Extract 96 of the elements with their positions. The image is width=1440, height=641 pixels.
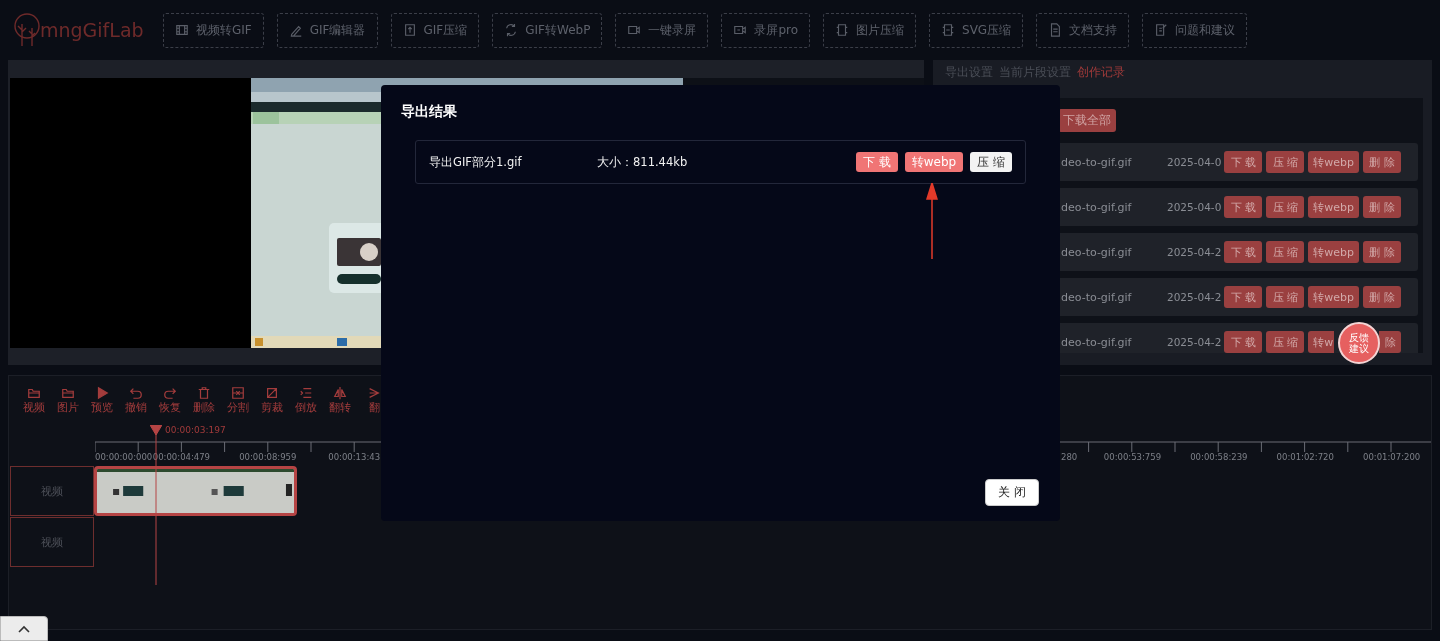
record-action-button[interactable]: 删 除 <box>1363 151 1402 173</box>
tool-button[interactable]: 分割 <box>221 386 255 424</box>
time-label: 00:01:07:200 <box>1362 452 1422 462</box>
record-action-button[interactable]: 压 缩 <box>1266 286 1305 308</box>
nav-button[interactable]: 录屏pro <box>721 12 811 48</box>
logo-text: mngGifLab <box>40 19 144 41</box>
tool-button[interactable]: 视频 <box>17 386 51 424</box>
file-name: deo-to-gif.gif <box>1061 155 1133 169</box>
file-size: 大小：811.44kb <box>597 154 688 170</box>
record-action-button[interactable]: 转w <box>1308 331 1335 353</box>
tool-button[interactable]: 剪裁 <box>255 386 289 424</box>
tree-logo-icon <box>12 12 42 48</box>
nav-button[interactable]: 图片压缩 <box>823 12 917 48</box>
dialog-title: 导出结果 <box>401 103 458 121</box>
file-name: deo-to-gif.gif <box>1061 245 1133 259</box>
tool-button[interactable]: 倒放 <box>289 386 323 424</box>
record-date: 2025-04-2 <box>1167 246 1222 258</box>
record-action-button[interactable]: 下 载 <box>1224 151 1263 173</box>
record-action-button[interactable]: 压 缩 <box>1266 331 1305 353</box>
result-action-button[interactable]: 转webp <box>904 152 964 172</box>
time-label: 00:00:58:239 <box>1189 452 1249 462</box>
record-date: 2025-04-2 <box>1167 291 1222 303</box>
tool-button[interactable]: 撤销 <box>119 386 153 424</box>
record-action-button[interactable]: 下 载 <box>1224 331 1263 353</box>
tool-button[interactable]: 翻 <box>357 386 391 424</box>
tool-icon <box>265 386 279 400</box>
tool-button[interactable]: 图片 <box>51 386 85 424</box>
time-label: 00:00:53:759 <box>1102 452 1163 462</box>
nav-button[interactable]: GIF转WebP <box>492 12 603 48</box>
nav-icon <box>288 23 303 37</box>
nav-icon <box>835 23 850 37</box>
record-action-button[interactable]: 转webp <box>1308 286 1360 308</box>
nav-icon <box>504 23 519 37</box>
tool-button[interactable]: 翻转 <box>323 386 357 424</box>
collapse-tab[interactable] <box>0 616 48 641</box>
tool-icon <box>333 386 347 400</box>
record-date: 2025-04-0 <box>1167 201 1222 213</box>
tool-icon <box>299 386 313 400</box>
record-action-button[interactable]: 压 缩 <box>1266 196 1305 218</box>
file-name: 导出GIF部分1.gif <box>429 154 523 170</box>
nav-button[interactable]: GIF压缩 <box>390 12 480 48</box>
tool-icon <box>129 386 143 400</box>
record-action-button[interactable]: 转webp <box>1308 151 1360 173</box>
nav-icon <box>1048 23 1063 37</box>
tool-icon <box>27 386 41 400</box>
nav-button[interactable]: GIF编辑器 <box>276 12 378 48</box>
record-action-button[interactable]: 压 缩 <box>1266 151 1305 173</box>
chevron-up-icon <box>18 624 30 633</box>
track-label: 视频 <box>10 466 94 516</box>
track-label: 视频 <box>10 517 94 567</box>
record-action-button[interactable]: 除 <box>1379 331 1402 353</box>
time-label: 00:00:13:43 <box>327 452 382 462</box>
time-label: 00:01:02:720 <box>1275 452 1335 462</box>
tool-button[interactable]: 预览 <box>85 386 119 424</box>
tool-button[interactable]: 恢复 <box>153 386 187 424</box>
tool-icon <box>231 386 245 400</box>
file-name: deo-to-gif.gif <box>1061 200 1133 214</box>
nav-button[interactable]: SVG压缩 <box>929 12 1024 48</box>
nav-icon <box>175 23 189 37</box>
record-action-button[interactable]: 下 载 <box>1224 196 1263 218</box>
download-all-button[interactable]: 下载全部 <box>1058 109 1116 132</box>
panel-tab[interactable]: 创作记录 <box>1077 63 1125 81</box>
nav-icon <box>402 23 417 37</box>
nav-icon <box>733 23 748 37</box>
result-action-button[interactable]: 压 缩 <box>970 152 1012 172</box>
record-action-button[interactable]: 删 除 <box>1363 241 1402 263</box>
tool-icon <box>197 386 211 400</box>
nav-button[interactable]: 视频转GIF <box>163 12 264 48</box>
nav-icon <box>1154 23 1169 37</box>
playhead-time: 00:00:03:197 <box>165 425 226 435</box>
file-name: deo-to-gif.gif <box>1061 335 1133 349</box>
time-label: 280 <box>1060 452 1079 462</box>
tool-icon <box>95 386 109 400</box>
tool-icon <box>367 386 381 400</box>
record-action-button[interactable]: 压 缩 <box>1266 241 1305 263</box>
record-date: 2025-04-2 <box>1167 336 1222 348</box>
nav-button[interactable]: 一键录屏 <box>615 12 709 48</box>
tool-icon <box>163 386 177 400</box>
result-action-button[interactable]: 下 载 <box>855 152 898 172</box>
nav-icon <box>941 23 956 37</box>
time-label: 00:00:08:959 <box>238 452 298 462</box>
nav-button[interactable]: 文档支持 <box>1036 12 1130 48</box>
nav-icon <box>627 23 642 37</box>
record-date: 2025-04-0 <box>1167 156 1222 168</box>
record-action-button[interactable]: 转webp <box>1308 196 1360 218</box>
nav-button[interactable]: 问题和建议 <box>1142 12 1248 48</box>
record-action-button[interactable]: 转webp <box>1308 241 1360 263</box>
file-name: deo-to-gif.gif <box>1061 290 1133 304</box>
record-action-button[interactable]: 下 载 <box>1224 241 1263 263</box>
record-action-button[interactable]: 删 除 <box>1363 286 1402 308</box>
time-label: 00:00:00:000 <box>95 452 152 462</box>
tool-button[interactable]: 删除 <box>187 386 221 424</box>
tool-icon <box>61 386 75 400</box>
close-button[interactable]: 关 闭 <box>985 479 1039 506</box>
record-action-button[interactable]: 删 除 <box>1363 196 1402 218</box>
record-action-button[interactable]: 下 载 <box>1224 286 1263 308</box>
